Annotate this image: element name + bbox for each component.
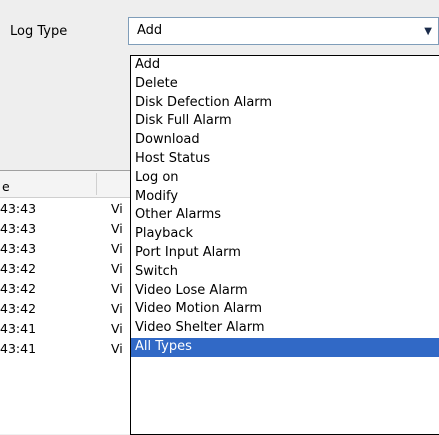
row-device: Vi [111, 201, 123, 216]
log-type-dropdown-list: Add Delete Disk Defection Alarm Disk Ful… [130, 55, 439, 435]
dropdown-option-host-status[interactable]: Host Status [131, 150, 439, 169]
log-type-combobox[interactable]: Add ▼ [128, 17, 439, 45]
dropdown-option-video-lose-alarm[interactable]: Video Lose Alarm [131, 282, 439, 301]
column-divider[interactable] [96, 173, 97, 195]
dropdown-option-disk-defection-alarm[interactable]: Disk Defection Alarm [131, 94, 439, 113]
row-device: Vi [111, 321, 123, 336]
row-time: 43:42 [0, 301, 37, 316]
row-device: Vi [111, 261, 123, 276]
dropdown-option-other-alarms[interactable]: Other Alarms [131, 206, 439, 225]
dropdown-option-disk-full-alarm[interactable]: Disk Full Alarm [131, 112, 439, 131]
dropdown-option-download[interactable]: Download [131, 131, 439, 150]
dropdown-option-playback[interactable]: Playback [131, 225, 439, 244]
dropdown-option-add[interactable]: Add [131, 56, 439, 75]
dropdown-option-switch[interactable]: Switch [131, 263, 439, 282]
log-type-label: Log Type [10, 24, 68, 39]
row-time: 43:41 [0, 341, 37, 356]
dropdown-option-video-shelter-alarm[interactable]: Video Shelter Alarm [131, 319, 439, 338]
row-time: 43:42 [0, 281, 37, 296]
row-device: Vi [111, 341, 123, 356]
row-time: 43:43 [0, 201, 37, 216]
dropdown-option-modify[interactable]: Modify [131, 188, 439, 207]
dropdown-option-port-input-alarm[interactable]: Port Input Alarm [131, 244, 439, 263]
column-header-time[interactable]: e [2, 179, 10, 194]
dropdown-option-log-on[interactable]: Log on [131, 169, 439, 188]
dropdown-option-delete[interactable]: Delete [131, 75, 439, 94]
log-type-selected-value: Add [137, 23, 163, 38]
dropdown-option-all-types[interactable]: All Types [131, 337, 439, 357]
row-device: Vi [111, 281, 123, 296]
dropdown-option-video-motion-alarm[interactable]: Video Motion Alarm [131, 300, 439, 319]
row-time: 43:41 [0, 321, 37, 336]
row-time: 43:43 [0, 221, 37, 236]
row-device: Vi [111, 221, 123, 236]
row-device: Vi [111, 241, 123, 256]
row-time: 43:43 [0, 241, 37, 256]
row-time: 43:42 [0, 261, 37, 276]
chevron-down-icon[interactable]: ▼ [424, 26, 432, 37]
row-device: Vi [111, 301, 123, 316]
